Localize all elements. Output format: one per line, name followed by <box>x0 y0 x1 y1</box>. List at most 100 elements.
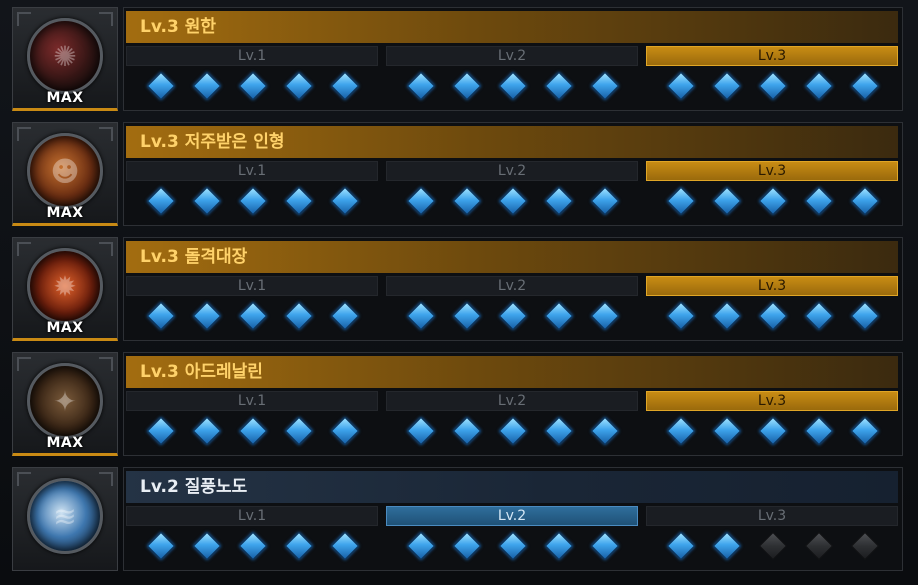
gem-row <box>646 68 898 104</box>
skill-icon-frame[interactable]: ✹ MAX <box>12 237 118 341</box>
gem-filled-icon <box>146 416 176 446</box>
skill-icon-frame[interactable]: ✦ MAX <box>12 352 118 456</box>
level-label: Lv.2 <box>386 276 638 296</box>
level-group-3: Lv.3 <box>646 506 898 566</box>
gem-filled-icon <box>712 71 742 101</box>
gem-filled-icon <box>850 71 880 101</box>
level-group-2: Lv.2 <box>386 46 638 106</box>
gem-filled-icon <box>498 531 528 561</box>
level-label: Lv.2 <box>386 506 638 526</box>
gem-filled-icon <box>192 186 222 216</box>
level-label: Lv.3 <box>646 506 898 526</box>
skill-icon-frame[interactable]: ≋ <box>12 467 118 571</box>
gem-filled-icon <box>498 186 528 216</box>
howling-beast-icon: ✺ <box>27 18 103 94</box>
gem-row <box>126 298 378 334</box>
gem-filled-icon <box>238 531 268 561</box>
skill-icon-frame[interactable]: ✺ MAX <box>12 7 118 111</box>
gem-filled-icon <box>544 301 574 331</box>
icon-glyph: ≋ <box>53 499 77 533</box>
gem-filled-icon <box>406 416 436 446</box>
skill-row[interactable]: ✺ MAX Lv.3 원한 Lv.1 Lv.2 Lv.3 <box>0 0 918 112</box>
skill-panel: Lv.3 저주받은 인형 Lv.1 Lv.2 Lv.3 <box>123 122 903 226</box>
gem-filled-icon <box>544 71 574 101</box>
gem-filled-icon <box>498 71 528 101</box>
level-group-2: Lv.2 <box>386 161 638 221</box>
level-group-2: Lv.2 <box>386 391 638 451</box>
max-badge: MAX <box>46 435 84 451</box>
gem-filled-icon <box>192 531 222 561</box>
level-group-2: Lv.2 <box>386 276 638 336</box>
level-label: Lv.1 <box>126 276 378 296</box>
gem-filled-icon <box>330 416 360 446</box>
gem-empty-icon <box>850 531 880 561</box>
level-label: Lv.1 <box>126 161 378 181</box>
gem-filled-icon <box>330 71 360 101</box>
gem-filled-icon <box>712 416 742 446</box>
gem-filled-icon <box>146 301 176 331</box>
level-groups: Lv.1 Lv.2 Lv.3 <box>126 46 898 106</box>
skill-row[interactable]: ≋ Lv.2 질풍노도 Lv.1 Lv.2 Lv.3 <box>0 460 918 572</box>
level-group-1: Lv.1 <box>126 276 378 336</box>
skill-row[interactable]: ☻ MAX Lv.3 저주받은 인형 Lv.1 Lv.2 Lv.3 <box>0 115 918 227</box>
icon-glyph: ✦ <box>53 384 77 418</box>
gem-filled-icon <box>590 186 620 216</box>
wind-swirl-icon: ≋ <box>27 478 103 554</box>
skill-title: Lv.3 돌격대장 <box>126 241 898 273</box>
gem-filled-icon <box>406 301 436 331</box>
gem-filled-icon <box>146 186 176 216</box>
icon-glyph: ✺ <box>53 39 77 73</box>
level-label: Lv.2 <box>386 161 638 181</box>
max-badge: MAX <box>46 90 84 106</box>
gem-row <box>386 528 638 564</box>
level-group-1: Lv.1 <box>126 46 378 106</box>
gem-filled-icon <box>406 531 436 561</box>
skill-row[interactable]: ✦ MAX Lv.3 아드레날린 Lv.1 Lv.2 Lv.3 <box>0 345 918 457</box>
gem-filled-icon <box>284 416 314 446</box>
gem-filled-icon <box>758 186 788 216</box>
level-group-1: Lv.1 <box>126 161 378 221</box>
gem-row <box>386 298 638 334</box>
icon-glyph: ☻ <box>50 154 80 188</box>
gem-filled-icon <box>804 301 834 331</box>
gem-filled-icon <box>758 71 788 101</box>
gem-row <box>126 528 378 564</box>
skill-row[interactable]: ✹ MAX Lv.3 돌격대장 Lv.1 Lv.2 Lv.3 <box>0 230 918 342</box>
skill-list: ✺ MAX Lv.3 원한 Lv.1 Lv.2 Lv.3 ☻ MAX Lv.3 저주받은 인형 L… <box>0 0 918 585</box>
skill-panel: Lv.3 돌격대장 Lv.1 Lv.2 Lv.3 <box>123 237 903 341</box>
level-group-1: Lv.1 <box>126 506 378 566</box>
level-group-2: Lv.2 <box>386 506 638 566</box>
level-groups: Lv.1 Lv.2 Lv.3 <box>126 506 898 566</box>
gem-filled-icon <box>330 531 360 561</box>
gem-filled-icon <box>712 301 742 331</box>
gem-filled-icon <box>452 186 482 216</box>
gem-filled-icon <box>758 301 788 331</box>
gem-filled-icon <box>330 301 360 331</box>
gem-row <box>646 528 898 564</box>
gem-filled-icon <box>666 301 696 331</box>
skill-icon-frame[interactable]: ☻ MAX <box>12 122 118 226</box>
skill-title: Lv.3 저주받은 인형 <box>126 126 898 158</box>
level-label: Lv.2 <box>386 46 638 66</box>
gem-filled-icon <box>850 301 880 331</box>
gem-filled-icon <box>238 301 268 331</box>
level-group-3: Lv.3 <box>646 46 898 106</box>
level-groups: Lv.1 Lv.2 Lv.3 <box>126 161 898 221</box>
gem-filled-icon <box>544 531 574 561</box>
gem-filled-icon <box>758 416 788 446</box>
skill-title: Lv.3 아드레날린 <box>126 356 898 388</box>
level-group-3: Lv.3 <box>646 161 898 221</box>
gem-filled-icon <box>804 71 834 101</box>
gem-filled-icon <box>590 71 620 101</box>
gem-row <box>646 298 898 334</box>
level-groups: Lv.1 Lv.2 Lv.3 <box>126 276 898 336</box>
level-label: Lv.3 <box>646 391 898 411</box>
level-group-3: Lv.3 <box>646 391 898 451</box>
gem-filled-icon <box>666 416 696 446</box>
level-groups: Lv.1 Lv.2 Lv.3 <box>126 391 898 451</box>
skill-title: Lv.3 원한 <box>126 11 898 43</box>
gem-filled-icon <box>590 416 620 446</box>
gem-filled-icon <box>284 186 314 216</box>
gem-filled-icon <box>192 301 222 331</box>
gem-row <box>126 183 378 219</box>
